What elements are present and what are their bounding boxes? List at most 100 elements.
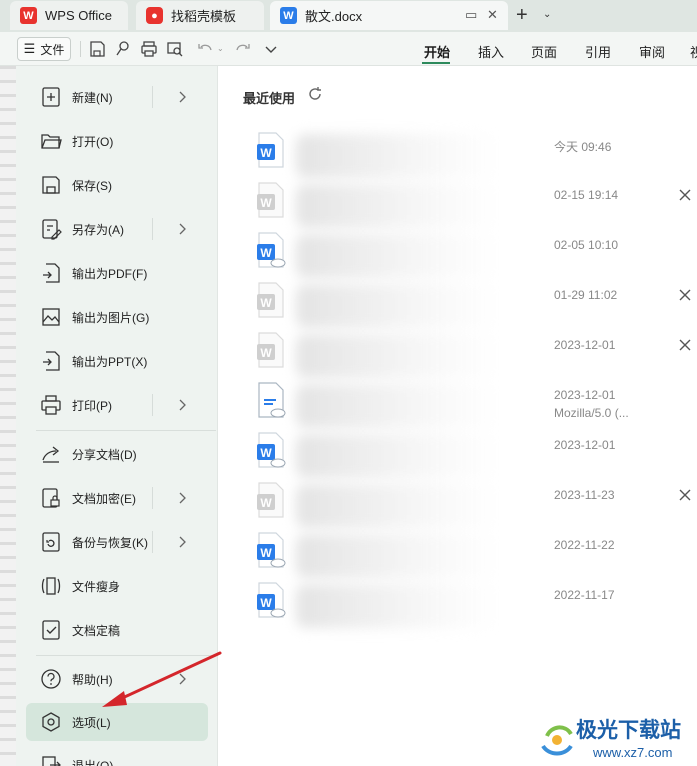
new-file-icon	[42, 87, 60, 107]
ribbon-tab-review[interactable]: 审阅	[639, 42, 665, 61]
menu-item-help[interactable]: 帮助(H)	[26, 660, 208, 698]
tab-close-icon[interactable]: ✕	[487, 7, 498, 23]
menu-item-encrypt[interactable]: 文档加密(E)	[26, 479, 208, 517]
file-time: 2023-12-01	[554, 338, 616, 352]
undo-dropdown-icon[interactable]: ⌄	[217, 44, 224, 53]
word-file-icon: W	[257, 132, 284, 168]
remove-recent-icon[interactable]	[678, 338, 692, 352]
chevron-right-icon[interactable]	[176, 533, 190, 551]
ribbon-tab-insert[interactable]: 插入	[478, 42, 504, 61]
menu-item-print[interactable]: 打印(P)	[26, 386, 208, 424]
menu-item-save-as[interactable]: 另存为(A)	[26, 210, 208, 248]
chevron-right-icon[interactable]	[176, 220, 190, 238]
word-doc-icon: W	[280, 7, 297, 24]
encrypt-icon	[42, 488, 60, 508]
file-time: 2022-11-22	[554, 538, 615, 552]
recent-file-row[interactable]: W 02-05 10:10	[238, 230, 697, 280]
recent-file-row[interactable]: W 01-29 11:02	[238, 280, 697, 330]
tab-label: 散文.docx	[305, 9, 363, 24]
more-dropdown-icon[interactable]	[262, 40, 280, 58]
menu-item-finalize[interactable]: 文档定稿	[26, 611, 208, 649]
redo-icon[interactable]	[234, 40, 252, 58]
chevron-right-icon[interactable]	[176, 489, 190, 507]
file-name-redacted	[296, 184, 496, 228]
file-time: 2023-12-01	[554, 388, 616, 402]
menu-item-export-image[interactable]: 输出为图片(G)	[26, 298, 208, 336]
menu-item-label: 选项(L)	[72, 715, 111, 730]
new-tab-plus-icon[interactable]: +	[516, 4, 528, 27]
recent-title: 最近使用	[243, 91, 296, 106]
menu-item-divider	[152, 394, 153, 416]
file-name-redacted	[296, 534, 496, 578]
ribbon-tab-home[interactable]: 开始	[424, 42, 450, 61]
menu-item-backup[interactable]: 备份与恢复(K)	[26, 523, 208, 561]
save-icon[interactable]	[88, 40, 106, 58]
chevron-right-icon[interactable]	[176, 670, 190, 688]
menu-item-export-pdf[interactable]: 输出为PDF(F)	[26, 254, 208, 292]
tab-popout-icon[interactable]: ▭	[465, 7, 477, 23]
menu-item-label: 文档定稿	[72, 623, 121, 638]
menu-item-label: 打印(P)	[72, 398, 112, 413]
menu-item-save[interactable]: 保存(S)	[26, 166, 208, 204]
menu-item-label: 帮助(H)	[72, 672, 113, 687]
tab-docer-template[interactable]: ● 找稻壳模板	[136, 1, 264, 30]
recent-file-row[interactable]: W 今天 09:46	[238, 130, 697, 180]
chevron-down-icon[interactable]: ⌄	[543, 9, 551, 20]
remove-recent-icon[interactable]	[678, 188, 692, 202]
menu-item-label: 另存为(A)	[72, 222, 124, 237]
word-file-icon: W	[257, 582, 286, 618]
menu-item-divider	[152, 531, 153, 553]
ribbon-tab-references[interactable]: 引用	[585, 42, 611, 61]
printer-icon	[41, 395, 61, 415]
recent-file-row[interactable]: W 2023-12-01	[238, 330, 697, 380]
word-file-icon: W	[257, 482, 284, 518]
menu-item-divider	[152, 86, 153, 108]
tab-wps-office[interactable]: W WPS Office	[10, 1, 128, 30]
word-file-icon: W	[257, 532, 286, 568]
recent-file-row[interactable]: 2023-12-01 Mozilla/5.0 (...	[238, 380, 697, 430]
recent-files-panel: 最近使用 W 今天 09:46 W 02-15 19:14 W 02-05 10:10 W 0…	[218, 66, 697, 766]
recent-file-row[interactable]: W 2023-12-01	[238, 430, 697, 480]
ribbon-tab-page[interactable]: 页面	[531, 42, 557, 61]
print-icon[interactable]	[140, 40, 158, 58]
undo-icon[interactable]	[196, 40, 214, 58]
export-icon[interactable]	[114, 40, 132, 58]
refresh-icon[interactable]	[306, 85, 324, 103]
menu-item-open[interactable]: 打开(O)	[26, 122, 208, 160]
finalize-icon	[42, 620, 60, 640]
menu-item-new[interactable]: 新建(N)	[26, 78, 208, 116]
chevron-right-icon[interactable]	[176, 396, 190, 414]
tab-document[interactable]: W 散文.docx ▭ ✕	[270, 1, 508, 30]
file-menu-panel: 新建(N) 打开(O) 保存(S) 另存为(A) 输出为PDF(F) 输出为图片…	[16, 66, 218, 766]
recent-file-row[interactable]: W 02-15 19:14	[238, 180, 697, 230]
menu-item-options[interactable]: 选项(L)	[26, 703, 208, 741]
document-icon	[258, 382, 286, 418]
watermark-logo-icon	[541, 725, 573, 756]
file-menu-button[interactable]: ☰ 文件	[17, 37, 71, 61]
svg-text:W: W	[260, 446, 272, 460]
remove-recent-icon[interactable]	[678, 288, 692, 302]
recent-file-row[interactable]: W 2022-11-17	[238, 580, 697, 630]
tab-label: WPS Office	[45, 8, 112, 23]
tab-label: 找稻壳模板	[171, 9, 237, 24]
menu-item-share[interactable]: 分享文档(D)	[26, 435, 208, 473]
menu-item-label: 输出为PPT(X)	[72, 354, 148, 369]
remove-recent-icon[interactable]	[678, 488, 692, 502]
options-gear-icon	[42, 712, 60, 732]
slim-file-icon	[41, 577, 61, 595]
svg-text:W: W	[260, 246, 272, 260]
ribbon-tab-view[interactable]: 视	[690, 42, 697, 61]
recent-file-row[interactable]: W 2022-11-22	[238, 530, 697, 580]
watermark-title: 极光下载站	[576, 719, 681, 742]
menu-item-export-ppt[interactable]: 输出为PPT(X)	[26, 342, 208, 380]
menu-item-label: 备份与恢复(K)	[72, 535, 148, 550]
chevron-right-icon[interactable]	[176, 88, 190, 106]
save-as-icon	[42, 219, 62, 240]
recent-file-row[interactable]: W 2023-11-23	[238, 480, 697, 530]
word-file-icon: W	[257, 432, 286, 468]
menu-item-slim-file[interactable]: 文件瘦身	[26, 567, 208, 605]
document-edge	[0, 66, 16, 766]
menu-item-exit[interactable]: 退出(Q)	[26, 746, 208, 766]
print-preview-icon[interactable]	[166, 40, 184, 58]
exit-icon	[42, 756, 61, 766]
